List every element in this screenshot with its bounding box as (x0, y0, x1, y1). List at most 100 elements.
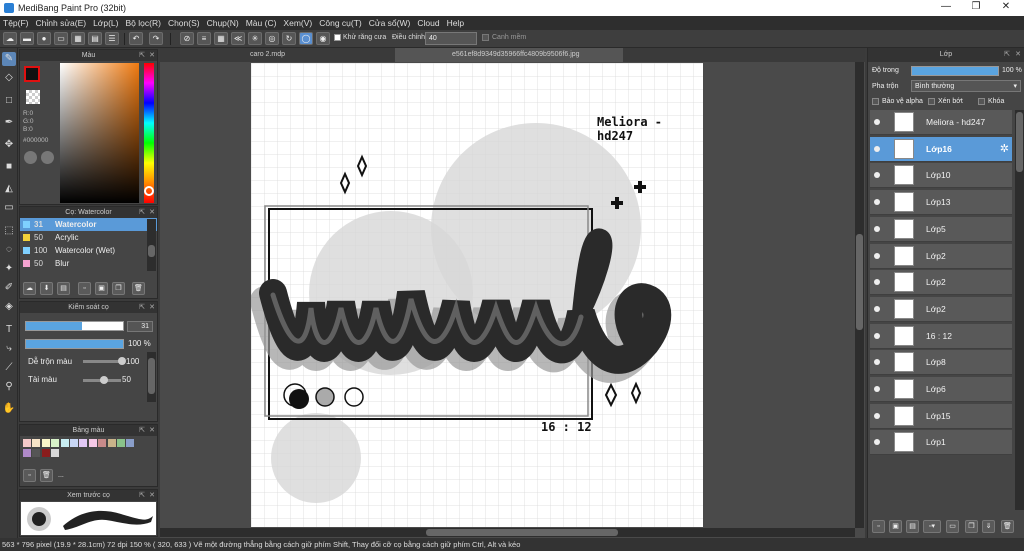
eye-icon[interactable] (874, 305, 880, 312)
mix-slider[interactable] (83, 357, 126, 365)
menu-layer[interactable]: Lớp(L) (90, 16, 122, 28)
palette-swatch[interactable] (79, 439, 88, 447)
palette-swatch[interactable] (60, 439, 69, 447)
brush-item[interactable]: 50 Blur (20, 257, 157, 270)
brush-copy-icon[interactable]: ▣ (95, 282, 108, 295)
palette-swatch[interactable] (107, 439, 116, 447)
palette-swatch[interactable] (23, 449, 31, 457)
panel-float-icon[interactable]: ⇱ (139, 207, 145, 218)
menu-color[interactable]: Màu (C) (243, 16, 281, 28)
palette-swatch[interactable] (70, 439, 78, 447)
page-icon[interactable]: ▤ (88, 32, 102, 45)
bucket-tool-icon[interactable]: ◭ (2, 182, 16, 196)
no-snap-icon[interactable]: ⊘ (180, 32, 194, 45)
opacity-slider[interactable] (25, 339, 124, 349)
parallel-snap-icon[interactable]: ≡ (197, 32, 211, 45)
eye-icon[interactable] (874, 332, 880, 339)
ring-snap-icon[interactable]: ◉ (316, 32, 330, 45)
merge-down-icon[interactable]: ⇓ (982, 520, 995, 533)
menu-filter[interactable]: Bộ lọc(R) (123, 16, 165, 28)
palette-swatch[interactable] (41, 439, 50, 447)
close-icon[interactable]: ✕ (992, 1, 1020, 15)
brush-scrollbar[interactable] (147, 219, 156, 271)
panel-float-icon[interactable]: ⇱ (139, 425, 145, 436)
palette-swatch[interactable] (88, 439, 97, 447)
eye-icon[interactable] (874, 225, 880, 232)
menu-tools[interactable]: Công cụ(T) (316, 16, 366, 28)
eye-icon[interactable] (874, 279, 880, 286)
menu-select[interactable]: Chọn(S) (165, 16, 204, 28)
undo-icon[interactable]: ↶ (129, 32, 143, 45)
eraser-tool-icon[interactable]: ◇ (2, 71, 16, 85)
layer-row[interactable]: Lớp10 (870, 163, 1012, 189)
eye-icon[interactable] (874, 172, 880, 179)
size-slider[interactable] (25, 321, 124, 331)
perspective-snap-icon[interactable]: ≪ (231, 32, 245, 45)
divide-tool-icon[interactable]: ⟋ (2, 361, 16, 375)
select-pen-tool-icon[interactable]: ✐ (2, 281, 16, 295)
grid-snap-icon[interactable]: ▦ (214, 32, 228, 45)
secondary-color-swatch[interactable] (26, 90, 40, 104)
layer-row[interactable]: Meliora - hd247 (870, 110, 1012, 135)
hue-slider-handle[interactable] (144, 186, 154, 196)
blend-select[interactable]: Bình thường ▾ (911, 80, 1021, 92)
menu-snap[interactable]: Chụp(N) (204, 16, 243, 28)
panel-float-icon[interactable]: ⇱ (139, 302, 145, 313)
panel-close-icon[interactable]: ✕ (1015, 48, 1021, 62)
protect-alpha-checkbox[interactable] (872, 98, 879, 105)
brush-item[interactable]: 31Watercolor✲ (20, 218, 157, 231)
panel-grid-icon[interactable]: ▦ (71, 32, 85, 45)
clip-checkbox[interactable] (928, 98, 935, 105)
palette-delete-icon[interactable]: 🗑 (40, 469, 53, 482)
saturation-value-picker[interactable] (60, 63, 139, 203)
minimize-icon[interactable]: — (932, 1, 960, 15)
radial-snap-icon[interactable]: ✳ (248, 32, 262, 45)
maximize-icon[interactable]: ❐ (962, 1, 990, 15)
hue-slider[interactable] (144, 63, 154, 203)
palette-swatch[interactable] (117, 439, 125, 447)
snap-checkbox[interactable] (482, 34, 489, 41)
new-8bit-layer-icon[interactable]: ▤ (906, 520, 919, 533)
palette-swatch[interactable] (32, 439, 41, 447)
folder-icon[interactable]: ▭ (946, 520, 959, 533)
layer-row[interactable]: Lớp2 (870, 296, 1012, 322)
layer-row[interactable]: Lớp2 (870, 270, 1012, 296)
eyedropper-tool-icon[interactable]: ⚲ (2, 380, 16, 394)
gradient-tool-icon[interactable]: ▭ (2, 201, 16, 215)
palette-swatch[interactable] (126, 439, 135, 447)
brush-item[interactable]: 100 Watercolor (Wet) (20, 244, 157, 257)
vertical-scrollbar[interactable] (855, 62, 864, 528)
tab-jpg[interactable]: e561ef8d9349d35966ffc4809b9506f6.jpg (452, 51, 580, 58)
menu-file[interactable]: Tệp(F) (0, 16, 33, 28)
panel-close-icon[interactable]: ✕ (149, 425, 155, 436)
palette-swatch[interactable] (51, 449, 60, 457)
panel-close-icon[interactable]: ✕ (149, 50, 155, 61)
layer-row[interactable]: Lớp13 (870, 190, 1012, 216)
brush-control-scrollbar[interactable] (147, 352, 156, 402)
pen-tool-icon[interactable]: ✒ (2, 116, 16, 130)
palette-swatch[interactable] (51, 439, 60, 447)
select-eraser-tool-icon[interactable]: ◈ (2, 300, 16, 314)
move-tool-icon[interactable]: ✥ (2, 138, 16, 152)
delete-layer-icon[interactable]: 🗑 (1001, 520, 1014, 533)
drawing-canvas[interactable]: Meliora - hd247 16 : 12 (250, 63, 703, 527)
operation-tool-icon[interactable]: ⤷ (2, 342, 16, 356)
speech-bubble-icon[interactable]: ▬ (20, 32, 34, 45)
message-icon[interactable]: ▭ (54, 32, 68, 45)
layer-opacity-slider[interactable] (911, 66, 999, 76)
primary-color-swatch[interactable] (24, 66, 40, 82)
layer-row[interactable]: Lớp16 ✲ (870, 136, 1012, 162)
chat-icon[interactable]: ● (37, 32, 51, 45)
eye-icon[interactable] (874, 252, 880, 259)
hand-tool-icon[interactable]: ✋ (2, 402, 16, 416)
eye-icon[interactable] (874, 199, 880, 206)
tab-caro[interactable]: caro 2.mdp (250, 51, 285, 58)
text-tool-icon[interactable]: T (2, 323, 16, 337)
curve-snap-icon[interactable]: ↻ (282, 32, 296, 45)
menu-edit[interactable]: Chỉnh sửa(E) (33, 16, 91, 28)
magic-wand-tool-icon[interactable]: ✦ (2, 262, 16, 276)
lasso-tool-icon[interactable]: ◌ (2, 243, 16, 257)
brush-menu-icon[interactable]: ▤ (57, 282, 70, 295)
color-picker-icon[interactable] (41, 151, 54, 164)
shape-tool-icon[interactable]: ■ (2, 160, 16, 174)
